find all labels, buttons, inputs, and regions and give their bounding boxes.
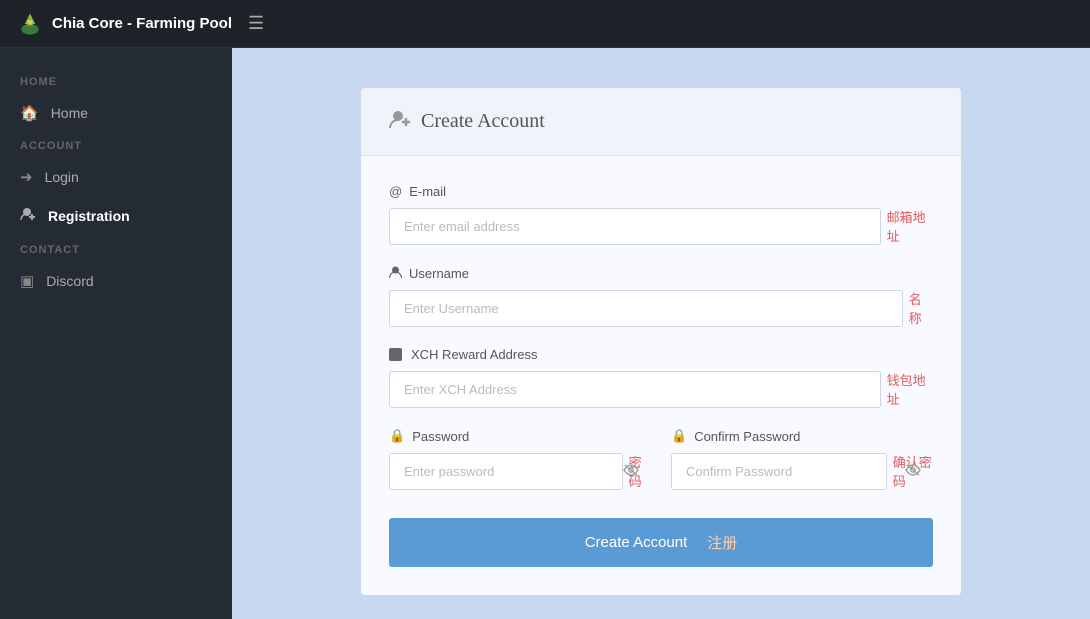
username-form-group: Username 名称 xyxy=(389,265,933,327)
xch-address-label-text: XCH Reward Address xyxy=(411,347,537,362)
create-account-card: Create Account @ E-mail 邮箱地址 xyxy=(361,88,961,595)
card-header-icon xyxy=(389,108,411,135)
sidebar-item-home-label: Home xyxy=(51,105,88,121)
password-toggle-visibility-icon[interactable] xyxy=(623,463,639,480)
login-icon: ➜ xyxy=(20,168,33,186)
sidebar-item-login[interactable]: ➜ Login xyxy=(0,158,232,196)
sidebar-section-contact: CONTACT xyxy=(0,236,232,262)
sidebar-item-home[interactable]: 🏠 Home xyxy=(0,94,232,132)
confirm-password-toggle-visibility-icon[interactable] xyxy=(905,463,921,480)
create-account-button[interactable]: Create Account 注册 xyxy=(389,518,933,567)
card-header: Create Account xyxy=(361,88,961,156)
confirm-password-input[interactable] xyxy=(671,453,887,490)
confirm-password-label-text: Confirm Password xyxy=(694,429,800,444)
username-label: Username xyxy=(389,265,933,281)
email-form-group: @ E-mail 邮箱地址 xyxy=(389,184,933,245)
sidebar-item-login-label: Login xyxy=(45,169,79,185)
logo-icon xyxy=(16,10,44,38)
username-label-text: Username xyxy=(409,266,469,281)
email-input-wrapper: 邮箱地址 xyxy=(389,207,933,245)
xch-icon xyxy=(389,348,402,361)
sidebar-item-registration[interactable]: Registration xyxy=(0,196,232,236)
username-input-wrapper: 名称 xyxy=(389,289,933,327)
sidebar-section-account: ACCOUNT xyxy=(0,132,232,158)
password-input-wrapper: 密码 xyxy=(389,452,651,490)
sidebar-item-discord-label: Discord xyxy=(46,273,93,289)
home-icon: 🏠 xyxy=(20,104,39,122)
email-label-text: E-mail xyxy=(409,184,446,199)
card-body: @ E-mail 邮箱地址 xyxy=(361,156,961,595)
submit-annotation: 注册 xyxy=(707,532,737,553)
email-label: @ E-mail xyxy=(389,184,933,199)
confirm-password-lock-icon: 🔒 xyxy=(671,428,687,444)
password-row: 🔒 Password 密码 xyxy=(389,428,933,510)
password-lock-icon: 🔒 xyxy=(389,428,405,444)
password-input[interactable] xyxy=(389,453,623,490)
xch-address-input-wrapper: 钱包地址 xyxy=(389,370,933,408)
password-form-group: 🔒 Password 密码 xyxy=(389,428,651,490)
brand-text: Chia Core - Farming Pool xyxy=(52,15,232,32)
username-icon xyxy=(389,265,402,281)
sidebar: HOME 🏠 Home ACCOUNT ➜ Login Registration… xyxy=(0,48,232,619)
registration-icon xyxy=(20,206,36,226)
discord-icon: ▣ xyxy=(20,272,34,290)
username-annotation: 名称 xyxy=(909,289,933,327)
xch-address-annotation: 钱包地址 xyxy=(887,370,933,408)
email-icon: @ xyxy=(389,184,402,199)
sidebar-item-discord[interactable]: ▣ Discord xyxy=(0,262,232,300)
password-label: 🔒 Password xyxy=(389,428,651,444)
submit-label: Create Account xyxy=(585,534,688,551)
brand: Chia Core - Farming Pool xyxy=(16,10,232,38)
confirm-password-form-group: 🔒 Confirm Password 确认密码 xyxy=(671,428,933,490)
email-annotation: 邮箱地址 xyxy=(887,207,933,245)
main-layout: HOME 🏠 Home ACCOUNT ➜ Login Registration… xyxy=(0,48,1090,619)
username-input[interactable] xyxy=(389,290,903,327)
email-input[interactable] xyxy=(389,208,881,245)
sidebar-item-registration-label: Registration xyxy=(48,208,130,224)
card-header-title: Create Account xyxy=(421,110,545,133)
confirm-password-input-wrapper: 确认密码 xyxy=(671,452,933,490)
sidebar-section-home: HOME xyxy=(0,68,232,94)
xch-address-form-group: XCH Reward Address 钱包地址 xyxy=(389,347,933,408)
confirm-password-label: 🔒 Confirm Password xyxy=(671,428,933,444)
password-label-text: Password xyxy=(412,429,469,444)
hamburger-icon[interactable]: ☰ xyxy=(248,13,264,34)
xch-address-input[interactable] xyxy=(389,371,881,408)
content-area: Create Account @ E-mail 邮箱地址 xyxy=(232,48,1090,619)
xch-address-label: XCH Reward Address xyxy=(389,347,933,362)
navbar: Chia Core - Farming Pool ☰ xyxy=(0,0,1090,48)
